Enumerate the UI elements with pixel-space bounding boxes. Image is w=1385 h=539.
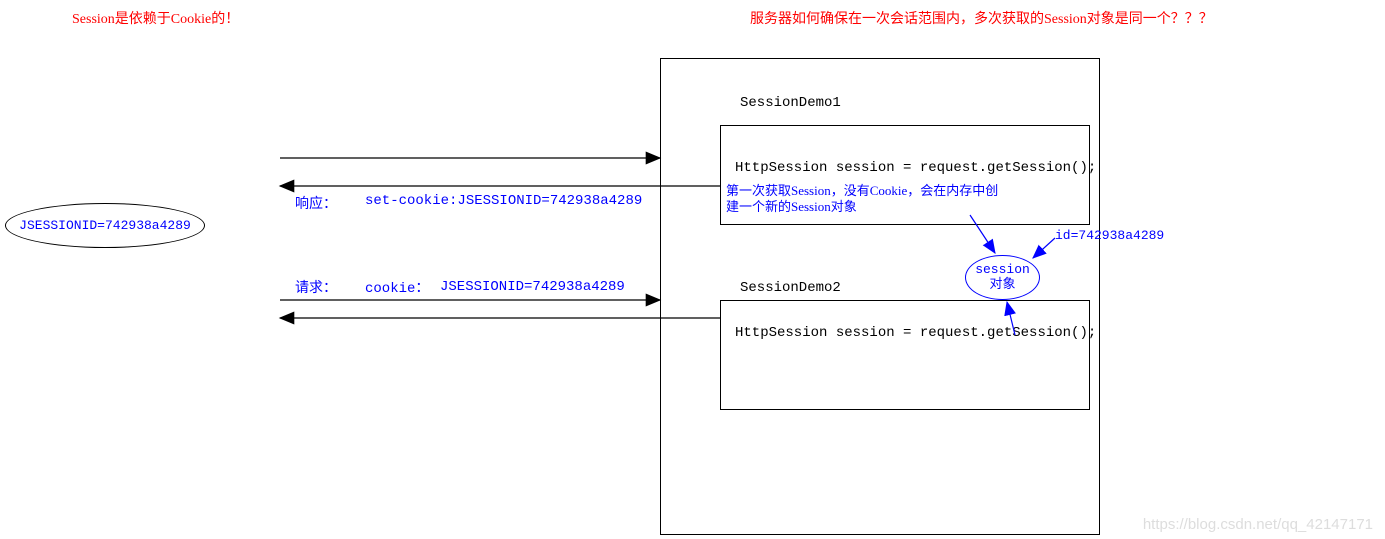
session-object-ellipse: session 对象 [965, 255, 1040, 300]
request-label: 请求： [295, 277, 337, 297]
heading-left: Session是依赖于Cookie的！ [72, 8, 239, 28]
watermark: https://blog.csdn.net/qq_42147171 [1143, 516, 1373, 533]
demo1-note: 第一次获取Session，没有Cookie，会在内存中创建一个新的Session… [726, 183, 1006, 216]
session-id-label: id=742938a4289 [1055, 228, 1164, 243]
demo1-code: HttpSession session = request.getSession… [735, 160, 1096, 176]
client-cookie-ellipse: JSESSIONID=742938a4289 [5, 203, 205, 248]
demo1-title: SessionDemo1 [740, 95, 841, 111]
session-object-line2: 对象 [989, 278, 1015, 293]
response-header: set-cookie:JSESSIONID=742938a4289 [365, 193, 642, 209]
client-cookie-value: JSESSIONID=742938a4289 [19, 218, 191, 233]
response-label: 响应： [295, 193, 337, 213]
demo2-code: HttpSession session = request.getSession… [735, 325, 1096, 341]
demo2-box [720, 300, 1090, 410]
session-object-line1: session [975, 263, 1030, 278]
request-cookie-label: cookie： [365, 277, 429, 297]
request-cookie-value: JSESSIONID=742938a4289 [440, 279, 625, 295]
heading-right: 服务器如何确保在一次会话范围内，多次获取的Session对象是同一个？？？ [750, 8, 1213, 28]
demo2-title: SessionDemo2 [740, 280, 841, 296]
